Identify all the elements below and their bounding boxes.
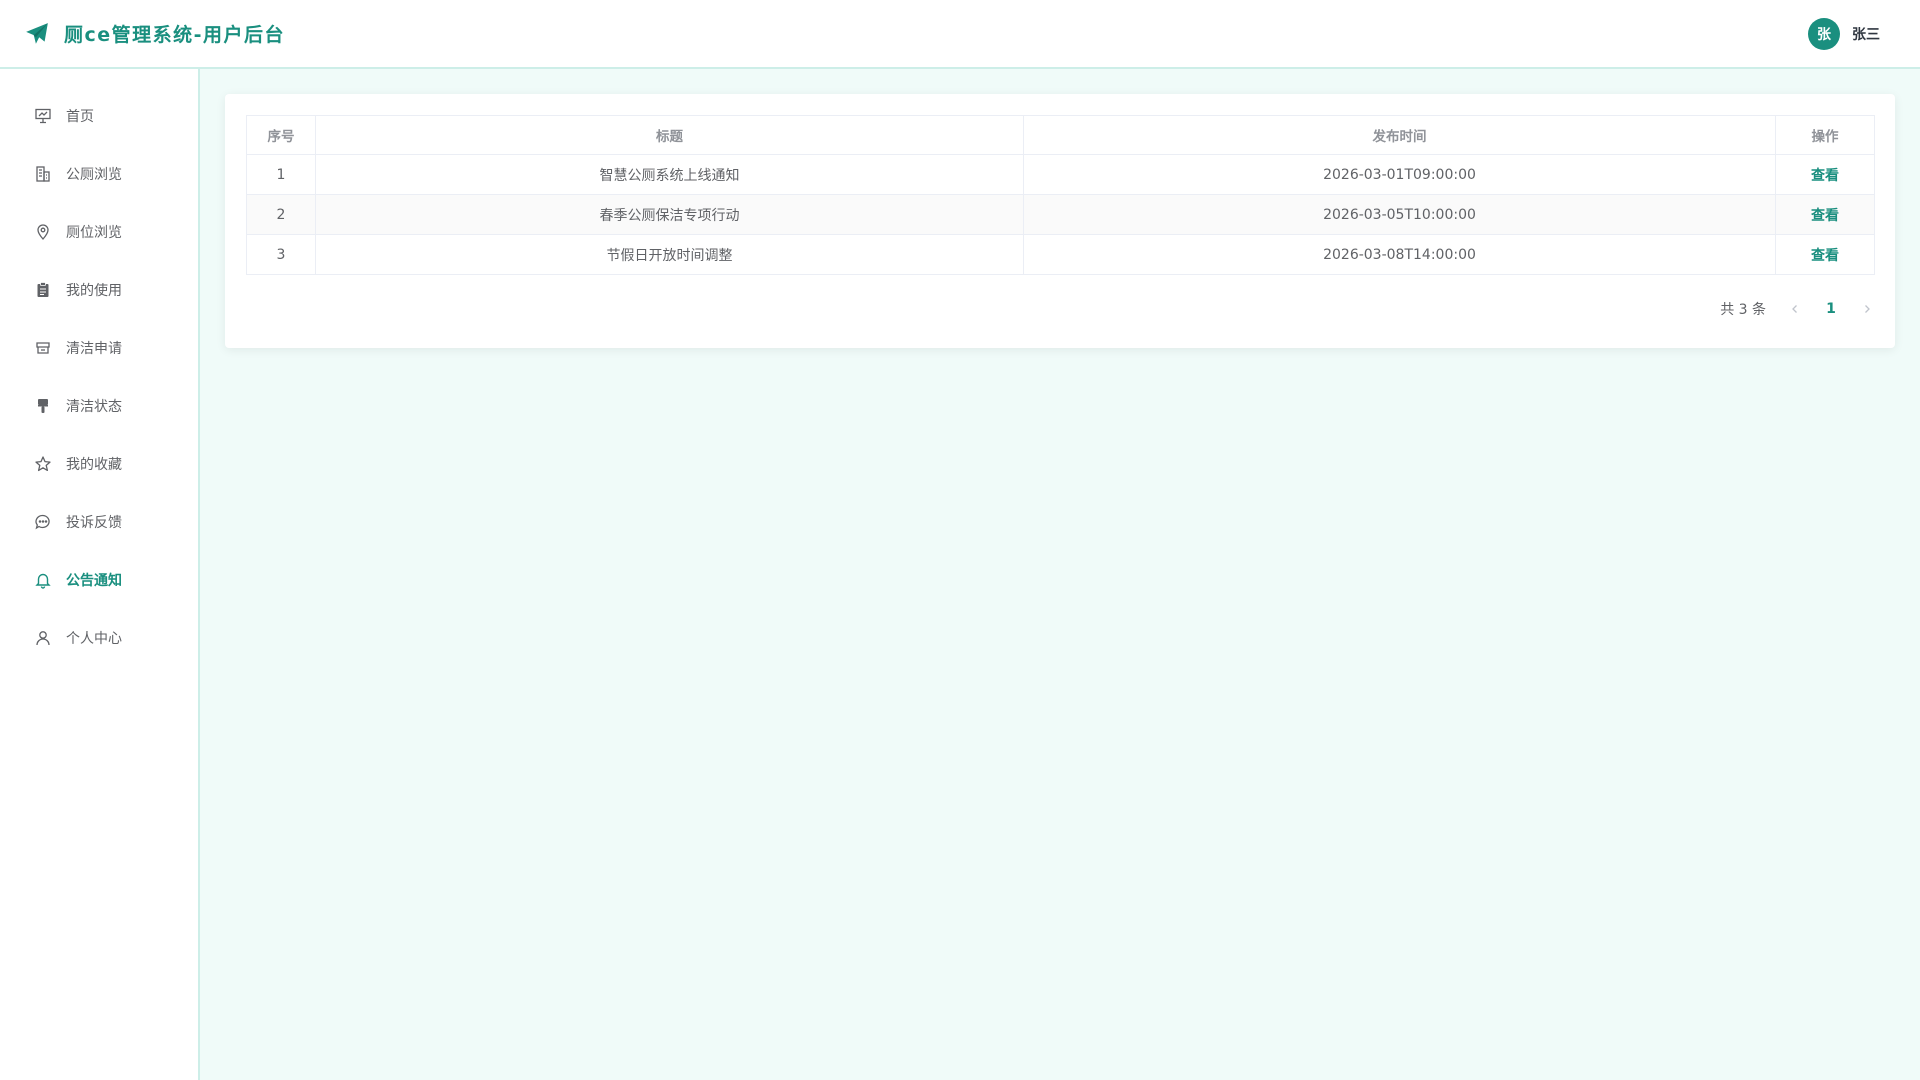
sidebar-item-label: 公告通知 xyxy=(66,573,122,589)
sidebar-item-label: 公厕浏览 xyxy=(66,167,122,183)
sidebar-item-label: 首页 xyxy=(66,109,94,125)
row-title: 春季公厕保洁专项行动 xyxy=(315,194,1024,235)
brush-icon xyxy=(34,397,52,415)
sidebar-item-stalls[interactable]: 厕位浏览 xyxy=(0,203,198,261)
brand[interactable]: 厕ce管理系统-用户后台 xyxy=(24,20,285,47)
row-index: 3 xyxy=(246,234,316,275)
row-index: 1 xyxy=(246,154,316,195)
tray-icon xyxy=(34,339,52,357)
clipboard-icon xyxy=(34,281,52,299)
row-time: 2026-03-08T14:00:00 xyxy=(1023,234,1776,275)
sidebar-item-label: 清洁状态 xyxy=(66,399,122,415)
sidebar-item-cleaning-request[interactable]: 清洁申请 xyxy=(0,319,198,377)
column-header-title: 标题 xyxy=(315,115,1024,155)
row-time: 2026-03-01T09:00:00 xyxy=(1023,154,1776,195)
sidebar-item-label: 个人中心 xyxy=(66,631,122,647)
chevron-left-icon[interactable] xyxy=(1788,302,1802,316)
view-link[interactable]: 查看 xyxy=(1811,168,1839,184)
announcement-card: 序号 标题 发布时间 操作 1 智慧公厕系统上线通知 2026-03-01T09… xyxy=(225,94,1895,348)
sidebar-item-announcements[interactable]: 公告通知 xyxy=(0,551,198,609)
sidebar-item-label: 清洁申请 xyxy=(66,341,122,357)
row-action: 查看 xyxy=(1775,234,1875,275)
column-header-index: 序号 xyxy=(246,115,316,155)
app-title: 厕ce管理系统-用户后台 xyxy=(64,24,286,46)
pagination-total: 共 3 条 xyxy=(1720,302,1766,318)
building-icon xyxy=(34,165,52,183)
pagination-page-current[interactable]: 1 xyxy=(1824,301,1838,317)
sidebar-item-label: 我的使用 xyxy=(66,283,122,299)
sidebar-item-profile[interactable]: 个人中心 xyxy=(0,609,198,667)
main-content: 序号 标题 发布时间 操作 1 智慧公厕系统上线通知 2026-03-01T09… xyxy=(225,94,1895,348)
star-icon xyxy=(34,455,52,473)
row-action: 查看 xyxy=(1775,154,1875,195)
table-row: 2 春季公厕保洁专项行动 2026-03-05T10:00:00 查看 xyxy=(246,194,1875,235)
view-link[interactable]: 查看 xyxy=(1811,208,1839,224)
user-name[interactable]: 张三 xyxy=(1852,24,1880,44)
chevron-right-icon[interactable] xyxy=(1860,302,1874,316)
bell-icon xyxy=(34,571,52,589)
table-header-row: 序号 标题 发布时间 操作 xyxy=(246,115,1875,155)
sidebar-item-cleaning-status[interactable]: 清洁状态 xyxy=(0,377,198,435)
user-icon xyxy=(34,629,52,647)
sidebar-item-label: 我的收藏 xyxy=(66,457,122,473)
presentation-board-icon xyxy=(34,107,52,125)
row-index: 2 xyxy=(246,194,316,235)
sidebar-item-my-usage[interactable]: 我的使用 xyxy=(0,261,198,319)
sidebar: 首页 公厕浏览 厕位浏览 我的使用 清洁申请 清洁状态 我的收藏 投诉反馈 公告… xyxy=(0,69,200,1080)
sidebar-item-feedback[interactable]: 投诉反馈 xyxy=(0,493,198,551)
chat-bubble-icon xyxy=(34,513,52,531)
pagination: 共 3 条 1 xyxy=(246,299,1874,319)
table-row: 1 智慧公厕系统上线通知 2026-03-01T09:00:00 查看 xyxy=(246,154,1875,195)
row-action: 查看 xyxy=(1775,194,1875,235)
column-header-time: 发布时间 xyxy=(1023,115,1776,155)
sidebar-item-home[interactable]: 首页 xyxy=(0,87,198,145)
sidebar-item-favorites[interactable]: 我的收藏 xyxy=(0,435,198,493)
avatar[interactable]: 张 xyxy=(1808,17,1840,50)
user-menu[interactable]: 张 张三 xyxy=(1808,17,1880,50)
column-header-action: 操作 xyxy=(1775,115,1875,155)
announcement-table: 序号 标题 发布时间 操作 1 智慧公厕系统上线通知 2026-03-01T09… xyxy=(246,115,1875,275)
sidebar-item-label: 厕位浏览 xyxy=(66,225,122,241)
paper-plane-icon xyxy=(24,21,50,47)
row-title: 智慧公厕系统上线通知 xyxy=(315,154,1024,195)
table-row: 3 节假日开放时间调整 2026-03-08T14:00:00 查看 xyxy=(246,234,1875,275)
sidebar-item-public-toilets[interactable]: 公厕浏览 xyxy=(0,145,198,203)
app-header: 厕ce管理系统-用户后台 张 张三 xyxy=(0,0,1920,69)
row-title: 节假日开放时间调整 xyxy=(315,234,1024,275)
row-time: 2026-03-05T10:00:00 xyxy=(1023,194,1776,235)
sidebar-item-label: 投诉反馈 xyxy=(66,515,122,531)
location-pin-icon xyxy=(34,223,52,241)
view-link[interactable]: 查看 xyxy=(1811,248,1839,264)
